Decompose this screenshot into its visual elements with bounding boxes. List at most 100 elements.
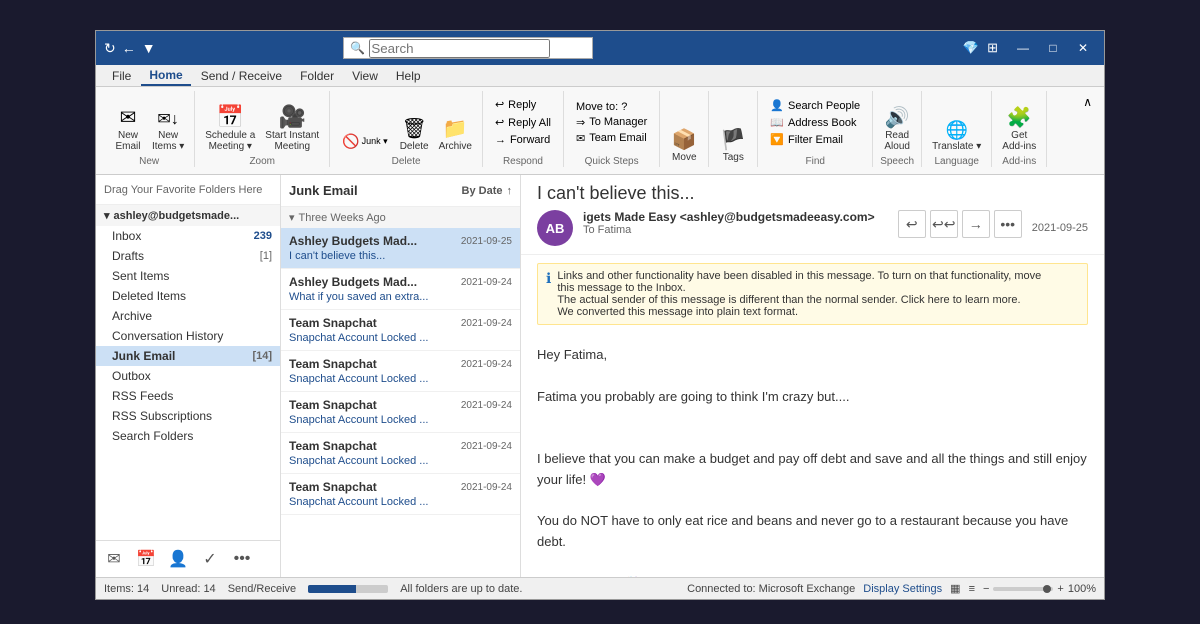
sidebar-item-archive[interactable]: Archive — [96, 306, 280, 326]
email-sender-5: Team Snapchat — [289, 439, 377, 453]
move-button-wrapper: 📦 Move — [666, 91, 702, 165]
account-name: ashley@budgetsmade... — [114, 210, 240, 222]
ribbon-group-addins: 🧩 GetAdd-ins Add-ins — [992, 91, 1047, 167]
calendar-nav-button[interactable]: 📅 — [132, 545, 160, 573]
email-list-panel: Junk Email By Date ↑ ▾ Three Weeks Ago A… — [281, 175, 521, 577]
zoom-out-icon[interactable]: − — [983, 583, 989, 595]
back-icon[interactable]: ← — [122, 40, 136, 56]
archive-button[interactable]: 📁 Archive — [435, 117, 476, 154]
email-item-0[interactable]: Ashley Budgets Mad... 2021-09-25 I can't… — [281, 228, 520, 269]
filter-email-button[interactable]: 🔽 Filter Email — [766, 132, 864, 147]
address-book-button[interactable]: 📖 Address Book — [766, 115, 864, 130]
to-manager-label: To Manager — [589, 116, 647, 128]
zoom-slider[interactable] — [993, 587, 1053, 591]
email-date-0: 2021-09-25 — [461, 236, 512, 247]
move-to-button[interactable]: Move to: ? — [572, 100, 651, 114]
view-icon-2[interactable]: ≡ — [969, 583, 975, 595]
sidebar-item-outbox[interactable]: Outbox — [96, 366, 280, 386]
sidebar-item-inbox[interactable]: Inbox 239 — [96, 226, 280, 246]
search-input[interactable] — [369, 39, 550, 58]
email-item-4[interactable]: Team Snapchat 2021-09-24 Snapchat Accoun… — [281, 392, 520, 433]
sidebar-item-search-folders[interactable]: Search Folders — [96, 426, 280, 446]
start-meeting-button[interactable]: 🎥 Start InstantMeeting — [261, 104, 323, 154]
new-items-icon: ✉↓ — [157, 112, 178, 128]
to-manager-button[interactable]: ⇒ To Manager — [572, 115, 651, 130]
read-aloud-button[interactable]: 🔊 ReadAloud — [879, 106, 915, 154]
delete-group-label: Delete — [392, 156, 421, 167]
reading-date: 2021-09-25 — [1032, 222, 1088, 234]
reply-all-button[interactable]: ↩ Reply All — [491, 115, 555, 130]
addins-label: GetAdd-ins — [1002, 130, 1036, 152]
drafts-label: Drafts — [112, 249, 144, 263]
junk-button[interactable]: 🚫 Junk ▾ — [338, 131, 391, 152]
maximize-button[interactable]: □ — [1040, 37, 1066, 59]
sidebar-item-rss-feeds[interactable]: RSS Feeds — [96, 386, 280, 406]
sort-control[interactable]: By Date ↑ — [462, 185, 512, 197]
tags-button[interactable]: 🏴 Tags — [715, 128, 751, 165]
dropdown-icon[interactable]: ▼ — [142, 40, 156, 56]
email-item-2[interactable]: Team Snapchat 2021-09-24 Snapchat Accoun… — [281, 310, 520, 351]
menu-view[interactable]: View — [344, 67, 386, 85]
email-item-6[interactable]: Team Snapchat 2021-09-24 Snapchat Accoun… — [281, 474, 520, 515]
move-icon: 📦 — [672, 130, 697, 150]
group-label-text: Three Weeks Ago — [299, 212, 386, 224]
start-meeting-icon: 🎥 — [279, 106, 306, 128]
schedule-meeting-button[interactable]: 📅 Schedule aMeeting ▾ — [201, 104, 259, 154]
zoom-in-icon[interactable]: + — [1057, 583, 1063, 595]
archive-label: Archive — [439, 141, 472, 152]
menu-folder[interactable]: Folder — [292, 67, 342, 85]
sidebar-item-conversation[interactable]: Conversation History — [96, 326, 280, 346]
sidebar-item-junk[interactable]: Junk Email [14] — [96, 346, 280, 366]
sidebar-item-sent[interactable]: Sent Items — [96, 266, 280, 286]
search-bar[interactable]: 🔍 — [343, 37, 593, 59]
zoom-thumb — [1043, 585, 1051, 593]
view-icon-1[interactable]: ▦ — [950, 582, 960, 595]
get-addins-button[interactable]: 🧩 GetAdd-ins — [998, 106, 1040, 154]
search-people-button[interactable]: 👤 Search People — [766, 98, 864, 113]
new-email-button[interactable]: ✉ NewEmail — [110, 106, 146, 154]
mail-nav-button[interactable]: ✉ — [100, 545, 128, 573]
tags-icon: 🏴 — [721, 130, 746, 150]
email-item-5[interactable]: Team Snapchat 2021-09-24 Snapchat Accoun… — [281, 433, 520, 474]
refresh-icon[interactable]: ↻ — [104, 40, 116, 57]
sidebar-item-drafts[interactable]: Drafts [1] — [96, 246, 280, 266]
sidebar-item-rss-sub[interactable]: RSS Subscriptions — [96, 406, 280, 426]
addins-button-wrapper: 🧩 GetAdd-ins — [998, 91, 1040, 154]
menu-help[interactable]: Help — [388, 67, 429, 85]
reading-forward-button[interactable]: → — [962, 210, 990, 238]
email-item-1[interactable]: Ashley Budgets Mad... 2021-09-24 What if… — [281, 269, 520, 310]
delete-button[interactable]: 🗑 Delete — [396, 117, 433, 154]
close-button[interactable]: ✕ — [1070, 37, 1096, 59]
email-item-3[interactable]: Team Snapchat 2021-09-24 Snapchat Accoun… — [281, 351, 520, 392]
menu-send-receive[interactable]: Send / Receive — [193, 67, 290, 85]
email-subject-4: Snapchat Account Locked ... — [289, 414, 512, 426]
tags-button-wrapper: 🏴 Tags — [715, 91, 751, 165]
chevron-up-icon: ∧ — [1083, 95, 1092, 109]
sidebar-item-deleted[interactable]: Deleted Items — [96, 286, 280, 306]
unread-count: Unread: 14 — [161, 583, 215, 595]
translate-button[interactable]: 🌐 Translate ▾ — [928, 119, 985, 154]
reading-reply-all-button[interactable]: ↩↩ — [930, 210, 958, 238]
account-item[interactable]: ▾ ashley@budgetsmade... — [96, 205, 280, 226]
sort-up-icon: ↑ — [507, 185, 513, 197]
sort-label: By Date — [462, 185, 503, 197]
menu-file[interactable]: File — [104, 67, 139, 85]
ribbon-group-quicksteps: Move to: ? ⇒ To Manager ✉ Team Email Qui… — [564, 91, 660, 167]
reply-button[interactable]: ↩ Reply — [491, 97, 555, 112]
menu-home[interactable]: Home — [141, 66, 190, 86]
more-nav-button[interactable]: ••• — [228, 545, 256, 573]
reading-more-button[interactable]: ••• — [994, 210, 1022, 238]
info-icon: ℹ — [546, 270, 551, 318]
reading-reply-button[interactable]: ↩ — [898, 210, 926, 238]
minimize-button[interactable]: — — [1010, 37, 1036, 59]
new-items-button[interactable]: ✉↓ NewItems ▾ — [148, 110, 188, 154]
ribbon-group-respond: ↩ Reply ↩ Reply All → Forward Respond — [483, 91, 564, 167]
people-nav-button[interactable]: 👤 — [164, 545, 192, 573]
tasks-nav-button[interactable]: ✓ — [196, 545, 224, 573]
team-email-button[interactable]: ✉ Team Email — [572, 131, 651, 146]
forward-button[interactable]: → Forward — [491, 133, 555, 147]
move-button[interactable]: 📦 Move — [666, 128, 702, 165]
email-list-scroll[interactable]: ▾ Three Weeks Ago Ashley Budgets Mad... … — [281, 207, 520, 577]
ribbon-collapse-button[interactable]: ∧ — [1079, 91, 1096, 113]
display-settings-link[interactable]: Display Settings — [863, 583, 942, 595]
